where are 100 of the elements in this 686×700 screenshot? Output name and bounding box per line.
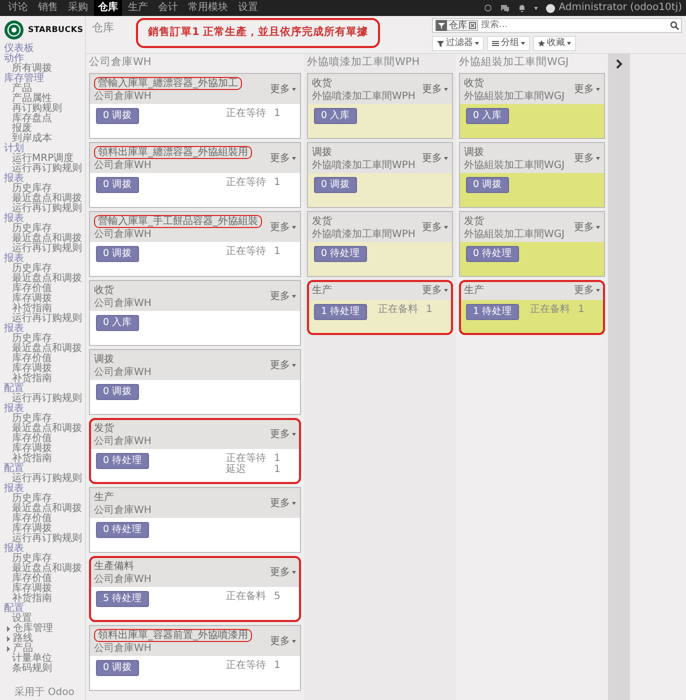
bell-icon[interactable]	[518, 4, 526, 12]
menu-item[interactable]: 运行再订购规则	[4, 244, 85, 254]
menu-item[interactable]: 运行MRP调度	[4, 154, 85, 164]
menu-section[interactable]: 配置	[4, 384, 85, 394]
menu-tab[interactable]: 讨论	[4, 0, 32, 16]
action-button[interactable]: 0 待处理	[96, 522, 150, 538]
menu-item[interactable]: 最近盘点和调拨	[4, 274, 85, 284]
more-dropdown[interactable]: 更多	[270, 145, 296, 171]
more-dropdown[interactable]: 更多	[422, 283, 448, 298]
menu-tab[interactable]: 生产	[124, 0, 152, 16]
more-dropdown[interactable]: 更多	[270, 283, 296, 309]
menu-section[interactable]: 计划	[4, 144, 85, 154]
more-dropdown[interactable]: 更多	[270, 421, 296, 447]
menu-section[interactable]: 报表	[4, 324, 85, 334]
menu-item[interactable]: 计量单位	[4, 654, 85, 664]
menu-item[interactable]: 库存调拨	[4, 524, 85, 534]
menu-tab[interactable]: 仓库	[94, 0, 122, 16]
filter-button[interactable]: 过滤器	[432, 36, 484, 51]
menu-item[interactable]: 最近盘点和调拨	[4, 564, 85, 574]
menu-item[interactable]: 历史库存	[4, 264, 85, 274]
menu-item[interactable]: 历史库存	[4, 414, 85, 424]
action-button[interactable]: 1 待处理	[314, 304, 368, 320]
menu-item[interactable]: 补货指南	[4, 594, 85, 604]
menu-item[interactable]: 设置	[4, 614, 85, 624]
group-button[interactable]: 分组	[487, 36, 530, 51]
menu-item[interactable]: 到岸成本	[4, 134, 85, 144]
menu-item[interactable]: 运行再订购规则	[4, 474, 85, 484]
menu-item[interactable]: 补货指南	[4, 304, 85, 314]
menu-section[interactable]: 配置	[4, 604, 85, 614]
menu-item[interactable]: 最近盘点和调拨	[4, 194, 85, 204]
search-icon[interactable]	[670, 21, 679, 30]
more-dropdown[interactable]: 更多	[270, 214, 296, 240]
action-button[interactable]: 0 入库	[96, 315, 140, 331]
more-dropdown[interactable]: 更多	[270, 628, 296, 654]
menu-item[interactable]: 产品	[4, 84, 85, 94]
menu-section[interactable]: 报表	[4, 214, 85, 224]
menu-item[interactable]: 历史库存	[4, 494, 85, 504]
menu-item[interactable]: 所有调拨	[4, 64, 85, 74]
action-button[interactable]: 0 待处理	[96, 453, 150, 469]
menu-item[interactable]: 再订购规则	[4, 104, 85, 114]
menu-item[interactable]: 报废	[4, 124, 85, 134]
more-dropdown[interactable]: 更多	[270, 490, 296, 516]
menu-item[interactable]: 库存价值	[4, 284, 85, 294]
menu-item[interactable]: 运行再订购规则	[4, 314, 85, 324]
menu-item[interactable]: 库存调拨	[4, 584, 85, 594]
menu-item[interactable]: 产品属性	[4, 94, 85, 104]
menu-item[interactable]: 历史库存	[4, 184, 85, 194]
more-dropdown[interactable]: 更多	[574, 214, 600, 240]
menu-section[interactable]: 报表	[4, 484, 85, 494]
more-dropdown[interactable]: 更多	[574, 145, 600, 171]
menu-section[interactable]: 库存管理	[4, 74, 85, 84]
menu-section[interactable]: 仪表板	[4, 44, 85, 54]
menu-item[interactable]: 库存价值	[4, 574, 85, 584]
menu-tab[interactable]: 销售	[34, 0, 62, 16]
more-dropdown[interactable]: 更多	[422, 76, 448, 102]
search-bar[interactable]: 仓库 搜索...	[432, 18, 682, 33]
more-dropdown[interactable]: 更多	[574, 76, 600, 102]
menu-item[interactable]: 条码规则	[4, 664, 85, 674]
menu-item[interactable]: 库存价值	[4, 354, 85, 364]
menu-item[interactable]: 运行再订购规则	[4, 164, 85, 174]
more-dropdown[interactable]: 更多	[422, 214, 448, 240]
menu-section[interactable]: 报表	[4, 174, 85, 184]
more-dropdown[interactable]: 更多	[270, 76, 296, 102]
action-button[interactable]: 0 调拨	[466, 177, 510, 193]
action-button[interactable]: 0 入库	[314, 108, 358, 124]
menu-item[interactable]: 最近盘点和调拨	[4, 344, 85, 354]
search-facet[interactable]: 仓库	[435, 20, 478, 31]
menu-section[interactable]: 报表	[4, 254, 85, 264]
menu-tab[interactable]: 采购	[64, 0, 92, 16]
menu-item[interactable]: 最近盘点和调拨	[4, 234, 85, 244]
menu-item[interactable]: 库存价值	[4, 434, 85, 444]
favorite-button[interactable]: 收藏	[533, 36, 576, 51]
menu-item[interactable]: 库存调拨	[4, 294, 85, 304]
chat-icon[interactable]	[500, 4, 510, 12]
more-dropdown[interactable]: 更多	[270, 352, 296, 378]
action-button[interactable]: 0 调拨	[96, 108, 140, 124]
menu-item[interactable]: 最近盘点和调拨	[4, 424, 85, 434]
menu-item[interactable]: 历史库存	[4, 554, 85, 564]
action-button[interactable]: 1 待处理	[466, 304, 520, 320]
menu-item[interactable]: 最近盘点和调拨	[4, 504, 85, 514]
menu-item[interactable]: 补货指南	[4, 374, 85, 384]
close-icon[interactable]	[469, 22, 476, 29]
menu-item[interactable]: 库存价值	[4, 514, 85, 524]
menu-folder[interactable]: 路线	[4, 634, 85, 644]
menu-section[interactable]: 报表	[4, 544, 85, 554]
user-menu[interactable]: Administrator (odoo10tj)	[558, 0, 682, 16]
menu-tab[interactable]: 会计	[154, 0, 182, 16]
menu-item[interactable]: 库存盘点	[4, 114, 85, 124]
menu-item[interactable]: 历史库存	[4, 224, 85, 234]
menu-folder[interactable]: 仓库管理	[4, 624, 85, 634]
more-dropdown[interactable]: 更多	[270, 559, 296, 585]
menu-item[interactable]: 运行再订购规则	[4, 204, 85, 214]
action-button[interactable]: 0 入库	[466, 108, 510, 124]
menu-item[interactable]: 库存调拨	[4, 364, 85, 374]
action-button[interactable]: 0 待处理	[314, 246, 368, 262]
menu-tab[interactable]: 设置	[234, 0, 262, 16]
action-button[interactable]: 0 待处理	[466, 246, 520, 262]
menu-item[interactable]: 库存调拨	[4, 444, 85, 454]
action-button[interactable]: 0 调拨	[96, 177, 140, 193]
menu-tab[interactable]: 常用模块	[184, 0, 232, 16]
